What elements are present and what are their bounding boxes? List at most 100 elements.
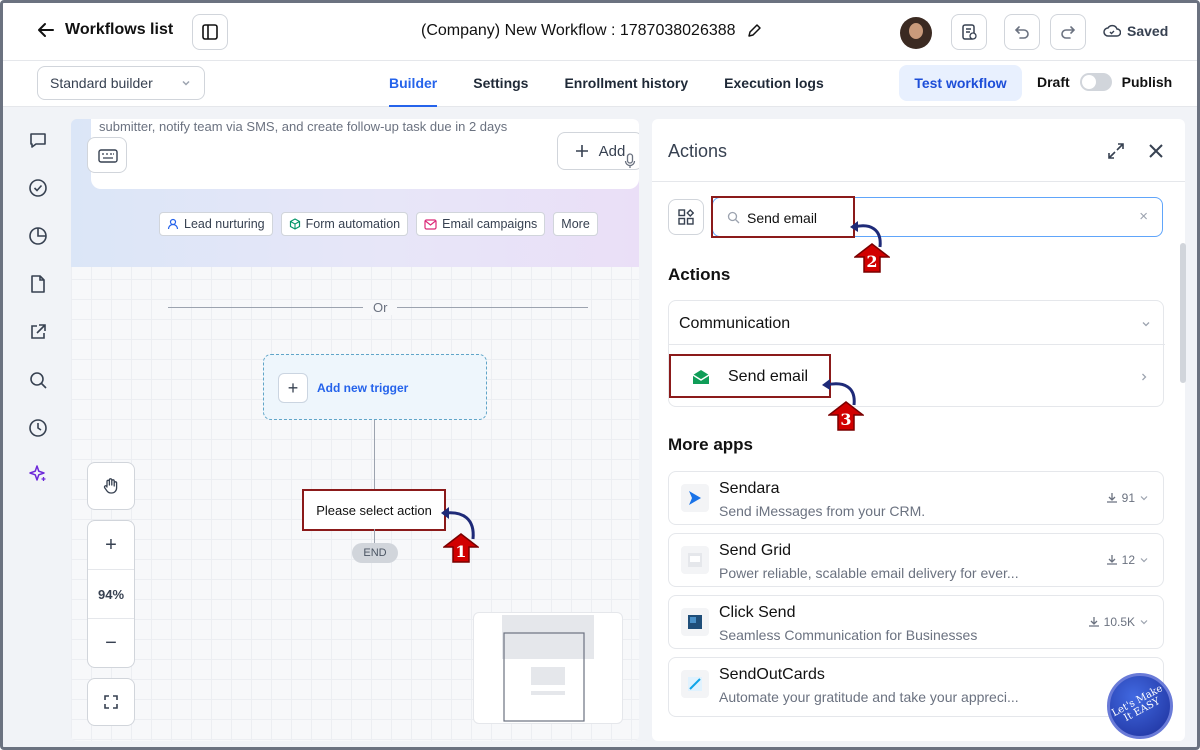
panel-scrollbar[interactable]: [1180, 243, 1186, 383]
tab-execution-logs[interactable]: Execution logs: [724, 61, 824, 107]
communication-category: Communication Send email: [668, 300, 1165, 407]
actions-panel: Actions Send email × 2 Actions Communica…: [652, 119, 1185, 741]
step-1-badge: 1: [443, 533, 479, 563]
workflow-title: (Company) New Workflow : 1787038026388: [421, 22, 762, 40]
app-send-grid[interactable]: Send Grid Power reliable, scalable email…: [668, 533, 1164, 587]
zoom-in-button[interactable]: +: [88, 521, 134, 570]
rail-open-external[interactable]: [27, 321, 49, 343]
chevron-right-icon: [1142, 373, 1147, 381]
chip-label: Email campaigns: [442, 217, 538, 231]
app-downloads: 91: [1106, 491, 1149, 505]
toggle-sidebar-button[interactable]: [192, 14, 228, 50]
actions-search-input[interactable]: Send email ×: [711, 196, 1163, 238]
download-icon: [1088, 617, 1099, 627]
app-window: Workflows list (Company) New Workflow : …: [0, 0, 1200, 750]
sparkle-icon: [29, 465, 46, 481]
zoom-level: 94%: [88, 570, 134, 619]
canvas-minimap[interactable]: [473, 612, 623, 724]
watermark-logo: Let's Make It EASY: [1107, 673, 1173, 739]
workflow-title-text: (Company) New Workflow : 1787038026388: [421, 22, 736, 39]
tab-builder[interactable]: Builder: [389, 61, 438, 107]
chip-email-campaigns[interactable]: Email campaigns: [416, 212, 546, 236]
chip-label: Lead nurturing: [184, 217, 265, 231]
file-icon: [31, 275, 45, 293]
download-count: 12: [1121, 553, 1135, 567]
chevron-down-icon: [1140, 496, 1148, 501]
app-downloads: 10.5K: [1088, 615, 1149, 629]
tab-enrollment-history[interactable]: Enrollment history: [564, 61, 688, 107]
app-description: Seamless Communication for Businesses: [719, 627, 978, 643]
watermark-text: Let's Make It EASY: [1110, 683, 1165, 725]
category-header[interactable]: Communication: [669, 301, 1165, 345]
add-label: Add: [598, 142, 626, 160]
prompt-suggestion-chips: Lead nurturing Form automation Email cam…: [159, 212, 598, 236]
chip-lead-nurturing[interactable]: Lead nurturing: [159, 212, 273, 236]
app-click-send[interactable]: Click Send Seamless Communication for Bu…: [668, 595, 1164, 649]
ai-prompt-area: submitter, notify team via SMS, and crea…: [71, 119, 639, 267]
cube-icon: [289, 218, 300, 230]
app-downloads: 12: [1106, 553, 1149, 567]
select-action-node[interactable]: Please select action: [302, 489, 446, 531]
microphone-icon[interactable]: [624, 153, 636, 169]
redo-icon: [1061, 26, 1076, 39]
chip-form-automation[interactable]: Form automation: [280, 212, 409, 236]
app-name: Send Grid: [719, 542, 792, 559]
step-3-badge: 3: [828, 401, 864, 431]
browse-apps-button[interactable]: [668, 199, 704, 235]
workflow-canvas[interactable]: submitter, notify team via SMS, and crea…: [71, 119, 639, 741]
rail-tasks[interactable]: [27, 177, 49, 199]
builder-tabs: Builder Settings Enrollment history Exec…: [389, 61, 824, 107]
external-link-icon: [31, 324, 46, 339]
rail-search[interactable]: [27, 369, 49, 391]
clock-history-icon: [29, 419, 47, 437]
chip-label: Form automation: [305, 217, 401, 231]
pan-tool-button[interactable]: [87, 462, 135, 510]
pencil-edit-icon[interactable]: [746, 23, 762, 39]
expand-corners-icon: [104, 695, 118, 709]
publish-toggle-group: Draft Publish: [1037, 73, 1172, 91]
close-icon[interactable]: [1147, 142, 1165, 160]
send-email-action[interactable]: Send email: [669, 354, 831, 398]
download-count: 91: [1121, 491, 1135, 505]
test-workflow-button[interactable]: Test workflow: [899, 65, 1022, 101]
ai-prompt-text[interactable]: submitter, notify team via SMS, and crea…: [99, 119, 507, 134]
step-number: 1: [455, 542, 467, 561]
rail-analytics[interactable]: [27, 225, 49, 247]
chevron-down-icon: [1142, 322, 1150, 327]
clear-search-icon[interactable]: ×: [1139, 208, 1148, 225]
undo-button[interactable]: [1004, 14, 1040, 50]
user-avatar[interactable]: [900, 17, 932, 49]
app-sendoutcards[interactable]: SendOutCards Automate your gratitude and…: [668, 657, 1164, 717]
top-bar: Workflows list (Company) New Workflow : …: [3, 3, 1197, 61]
app-name: SendOutCards: [719, 666, 825, 683]
chevron-down-icon: [182, 80, 190, 86]
pie-chart-icon: [29, 227, 47, 245]
user-icon: [167, 218, 179, 230]
tab-settings[interactable]: Settings: [473, 61, 528, 107]
sendgrid-logo-icon: [681, 546, 709, 574]
app-sendara[interactable]: Sendara Send iMessages from your CRM. 91: [668, 471, 1164, 525]
plus-icon: [575, 145, 588, 157]
rail-history[interactable]: [27, 417, 49, 439]
rail-comments[interactable]: [27, 129, 49, 151]
add-trigger-node[interactable]: + Add new trigger: [263, 354, 487, 420]
redo-button[interactable]: [1050, 14, 1086, 50]
rail-ai-assist[interactable]: [27, 463, 49, 485]
or-label: Or: [363, 300, 398, 315]
fit-view-button[interactable]: [87, 678, 135, 726]
builder-mode-select[interactable]: Standard builder: [37, 66, 205, 100]
ai-prompt-box[interactable]: submitter, notify team via SMS, and crea…: [91, 119, 639, 189]
publish-toggle[interactable]: [1079, 73, 1112, 91]
zoom-out-button[interactable]: −: [88, 619, 134, 668]
workflow-notes-button[interactable]: [951, 14, 987, 50]
chip-more[interactable]: More: [553, 212, 598, 236]
chevron-down-icon: [1140, 558, 1148, 563]
maximize-icon[interactable]: [1107, 142, 1125, 160]
publish-label: Publish: [1121, 74, 1173, 90]
rail-files[interactable]: [27, 273, 49, 295]
cloud-check-icon: [1103, 24, 1121, 37]
back-to-workflows-link[interactable]: Workflows list: [37, 21, 173, 39]
keyboard-shortcuts-button[interactable]: [87, 137, 127, 173]
document-check-icon: [962, 24, 977, 40]
left-rail: [3, 107, 69, 747]
